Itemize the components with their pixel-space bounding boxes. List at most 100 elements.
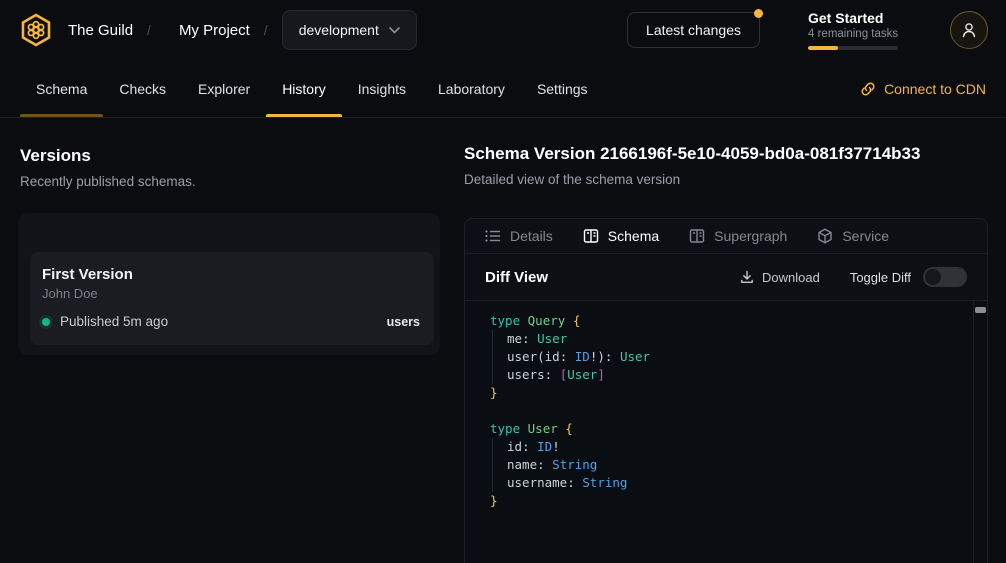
schema-code-viewer[interactable]: type Query {me: Useruser(id: ID!): Useru… (465, 301, 987, 563)
get-started-subtitle: 4 remaining tasks (808, 28, 900, 40)
toggle-diff-switch[interactable] (923, 267, 967, 287)
indent-guide (492, 474, 507, 492)
download-icon (740, 270, 754, 284)
columns-icon (689, 228, 705, 244)
code-lines: type Query {me: Useruser(id: ID!): Useru… (490, 312, 963, 510)
detail-tab-schema[interactable]: Schema (583, 228, 659, 244)
download-button[interactable]: Download (740, 270, 820, 285)
indent-guide (492, 348, 507, 366)
code-scrollbar-track (973, 301, 974, 563)
nav-tab-insights[interactable]: Insights (342, 60, 422, 117)
code-line: id: ID! (490, 438, 963, 456)
nav-tab-indicator (342, 114, 422, 117)
code-line: type Query { (490, 312, 963, 330)
versions-list-card: First Version John Doe Published 5m ago … (18, 213, 440, 355)
detail-tab-label: Supergraph (714, 228, 787, 244)
code-scrollbar-thumb[interactable] (975, 307, 986, 313)
nav-tab-label: Insights (358, 81, 406, 97)
indent-guide (492, 456, 507, 474)
nav-tab-label: Schema (36, 81, 87, 97)
version-list-item[interactable]: First Version John Doe Published 5m ago … (30, 252, 434, 345)
nav-tab-indicator (521, 114, 604, 117)
nav-tab-label: History (282, 81, 326, 97)
nav-tab-history[interactable]: History (266, 60, 342, 117)
nav-tab-indicator (266, 114, 342, 117)
code-line: name: String (490, 456, 963, 474)
version-meta-row: Published 5m ago users (42, 314, 420, 329)
code-line: type User { (490, 420, 963, 438)
version-status: Published 5m ago (60, 314, 168, 329)
detail-tab-service[interactable]: Service (817, 228, 889, 244)
list-icon (485, 228, 501, 244)
service-name-badge: users (387, 315, 420, 329)
connect-to-cdn-button[interactable]: Connect to CDN (860, 60, 986, 117)
breadcrumb-org[interactable]: The Guild (68, 22, 133, 39)
nav-tab-explorer[interactable]: Explorer (182, 60, 266, 117)
code-line (490, 402, 963, 420)
code-line: } (490, 492, 963, 510)
connect-to-cdn-label: Connect to CDN (884, 81, 986, 97)
breadcrumb-separator: / (147, 22, 151, 38)
top-header: The Guild / My Project / development Lat… (0, 0, 1006, 60)
indent-guide (492, 438, 507, 456)
nav-tab-indicator (20, 114, 103, 117)
nav-tab-label: Checks (119, 81, 166, 97)
nav-tab-checks[interactable]: Checks (103, 60, 182, 117)
nav-tab-label: Laboratory (438, 81, 505, 97)
version-author: John Doe (42, 286, 420, 301)
target-selector-dropdown[interactable]: development (282, 10, 417, 50)
version-detail-card: Details Schema Supergraph Service Diff View… (464, 218, 988, 563)
toggle-knob (925, 269, 941, 285)
latest-changes-label: Latest changes (646, 22, 741, 38)
nav-tab-label: Explorer (198, 81, 250, 97)
columns-icon (583, 228, 599, 244)
code-line: me: User (490, 330, 963, 348)
get-started-widget[interactable]: Get Started 4 remaining tasks (808, 10, 900, 50)
main-nav-tabs: Schema Checks Explorer History Insights Labor… (0, 60, 1006, 118)
versions-panel: Versions Recently published schemas. Fir… (0, 118, 460, 189)
indent-guide (492, 366, 507, 384)
nav-tab-indicator (182, 114, 266, 117)
diff-view-title: Diff View (485, 269, 548, 286)
user-avatar-button[interactable] (950, 11, 988, 49)
version-name: First Version (42, 266, 420, 283)
versions-subtitle: Recently published schemas. (20, 174, 460, 189)
nav-tab-settings[interactable]: Settings (521, 60, 604, 117)
code-line: username: String (490, 474, 963, 492)
detail-tab-label: Service (842, 228, 889, 244)
code-line: users: [User] (490, 366, 963, 384)
get-started-progressbar (808, 46, 898, 50)
version-detail-panel: Schema Version 2166196f-5e10-4059-bd0a-0… (464, 118, 988, 563)
versions-title: Versions (20, 146, 460, 166)
chevron-down-icon (389, 27, 400, 34)
nav-tab-indicator (103, 114, 182, 117)
notification-dot (754, 9, 763, 18)
download-label: Download (762, 270, 820, 285)
detail-tab-list: Details Schema Supergraph Service (465, 219, 987, 254)
published-status-dot (42, 318, 50, 326)
detail-tab-label: Details (510, 228, 553, 244)
nav-tab-indicator (422, 114, 521, 117)
cube-icon (817, 228, 833, 244)
nav-tab-label: Settings (537, 81, 588, 97)
code-line: } (490, 384, 963, 402)
detail-tab-label: Schema (608, 228, 659, 244)
nav-tab-laboratory[interactable]: Laboratory (422, 60, 521, 117)
version-detail-title: Schema Version 2166196f-5e10-4059-bd0a-0… (464, 144, 988, 164)
detail-tab-details[interactable]: Details (485, 228, 553, 244)
detail-tab-supergraph[interactable]: Supergraph (689, 228, 787, 244)
nav-tab-schema[interactable]: Schema (20, 60, 103, 117)
code-line: user(id: ID!): User (490, 348, 963, 366)
breadcrumb-project[interactable]: My Project (179, 22, 250, 39)
latest-changes-button[interactable]: Latest changes (627, 12, 760, 48)
link-icon (860, 81, 876, 97)
get-started-progress-fill (808, 46, 838, 50)
hive-logo-icon[interactable] (18, 12, 54, 48)
indent-guide (492, 330, 507, 348)
diff-view-actions: Download Toggle Diff (740, 267, 967, 287)
toggle-diff-label: Toggle Diff (850, 270, 911, 285)
version-detail-subtitle: Detailed view of the schema version (464, 172, 988, 187)
app-root: The Guild / My Project / development Lat… (0, 0, 1006, 563)
user-icon (960, 21, 978, 39)
main-content: Versions Recently published schemas. Fir… (0, 118, 1006, 563)
